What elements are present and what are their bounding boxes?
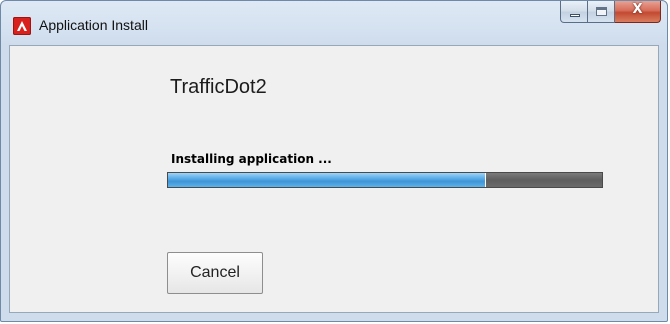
maximize-icon bbox=[596, 7, 607, 16]
close-button[interactable]: X bbox=[615, 1, 661, 23]
cancel-button[interactable]: Cancel bbox=[167, 252, 263, 294]
app-name-heading: TrafficDot2 bbox=[170, 76, 267, 98]
installer-content: TrafficDot2 Installing application ... C… bbox=[9, 45, 659, 313]
installer-window: Application Install X TrafficDot2 Instal… bbox=[0, 0, 668, 322]
minimize-icon bbox=[570, 14, 580, 17]
maximize-button[interactable] bbox=[588, 1, 615, 23]
title-bar[interactable]: Application Install X bbox=[1, 1, 667, 45]
install-progress-bar bbox=[167, 172, 603, 188]
close-icon: X bbox=[632, 2, 643, 17]
install-status-text: Installing application ... bbox=[171, 152, 332, 166]
minimize-button[interactable] bbox=[560, 1, 588, 23]
caption-buttons: X bbox=[560, 1, 661, 25]
adobe-air-icon bbox=[13, 17, 31, 35]
install-progress-fill bbox=[168, 173, 485, 187]
window-title: Application Install bbox=[39, 17, 148, 33]
